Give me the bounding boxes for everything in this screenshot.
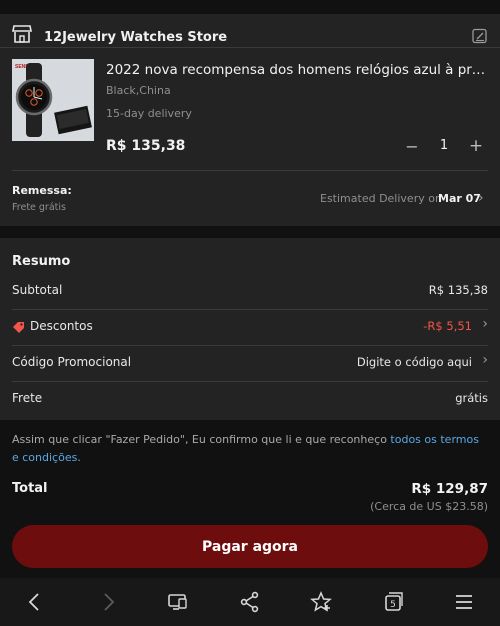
shipping-free: Frete grátis — [12, 202, 66, 213]
tabs-icon[interactable]: 5 — [381, 590, 405, 614]
chevron-right-icon[interactable]: › — [482, 352, 488, 368]
quantity-increase-button[interactable]: + — [468, 136, 484, 156]
back-icon[interactable] — [23, 590, 47, 614]
eta-label[interactable]: Estimated Delivery on — [320, 192, 442, 205]
discount-row[interactable]: Descontos -R$ 5,51 › — [12, 310, 488, 346]
subtotal-label: Subtotal — [12, 283, 63, 297]
pay-now-button[interactable]: Pagar agora — [12, 525, 488, 568]
shipping-fee-row: Frete grátis — [12, 382, 488, 418]
favorite-icon[interactable] — [309, 590, 333, 614]
shipping-fee-label: Frete — [12, 391, 43, 405]
quantity-value: 1 — [439, 138, 449, 153]
tabs-count: 5 — [390, 600, 396, 610]
store-name[interactable]: 12Jewelry Watches Store — [44, 30, 227, 45]
desktop-icon[interactable] — [166, 590, 190, 614]
product-thumbnail[interactable]: SENNAR — [12, 59, 94, 141]
product-delivery: 15-day delivery — [106, 107, 192, 120]
product-variant[interactable]: Black,China — [106, 84, 171, 97]
store-header[interactable]: 12Jewelry Watches Store — [0, 14, 500, 48]
shipping-label: Remessa: — [12, 184, 72, 197]
subtotal-value: R$ 135,38 — [428, 283, 488, 297]
promo-code-label: Código Promocional — [12, 355, 132, 369]
total-label: Total — [12, 481, 48, 496]
product-price: R$ 135,38 — [106, 138, 186, 154]
total-value: R$ 129,87 — [411, 481, 488, 497]
product-title[interactable]: 2022 nova recompensa dos homens relógios… — [106, 62, 490, 78]
store-icon — [12, 25, 32, 43]
eta-date[interactable]: Mar 07 — [438, 192, 481, 205]
terms-consent: Assim que clicar "Fazer Pedido", Eu conf… — [12, 433, 479, 464]
promo-code-row[interactable]: Código Promocional Digite o código aqui … — [12, 346, 488, 382]
forward-icon[interactable] — [96, 590, 120, 614]
menu-icon[interactable] — [452, 590, 476, 614]
subtotal-row: Subtotal R$ 135,38 — [12, 274, 488, 310]
price-tag-icon — [13, 322, 24, 333]
browser-navbar: 5 — [0, 578, 500, 626]
summary-title: Resumo — [12, 254, 71, 269]
share-icon[interactable] — [238, 590, 262, 614]
chevron-right-icon[interactable]: › — [482, 316, 488, 332]
promo-code-input[interactable]: Digite o código aqui — [357, 355, 472, 369]
order-summary: Resumo Subtotal R$ 135,38 Descontos -R$ … — [0, 238, 500, 420]
shipping-fee-value: grátis — [455, 391, 488, 405]
total-usd: (Cerca de US $23.58) — [370, 500, 488, 513]
store-card: 12Jewelry Watches Store SENNAR 2022 nova… — [0, 14, 500, 226]
watch-image: SENNAR — [12, 59, 94, 141]
divider — [12, 170, 488, 171]
chevron-right-icon[interactable]: › — [478, 190, 484, 206]
edit-icon[interactable] — [472, 28, 488, 44]
discount-label: Descontos — [30, 319, 93, 333]
discount-value: -R$ 5,51 — [423, 319, 472, 333]
quantity-decrease-button[interactable]: − — [404, 137, 420, 156]
